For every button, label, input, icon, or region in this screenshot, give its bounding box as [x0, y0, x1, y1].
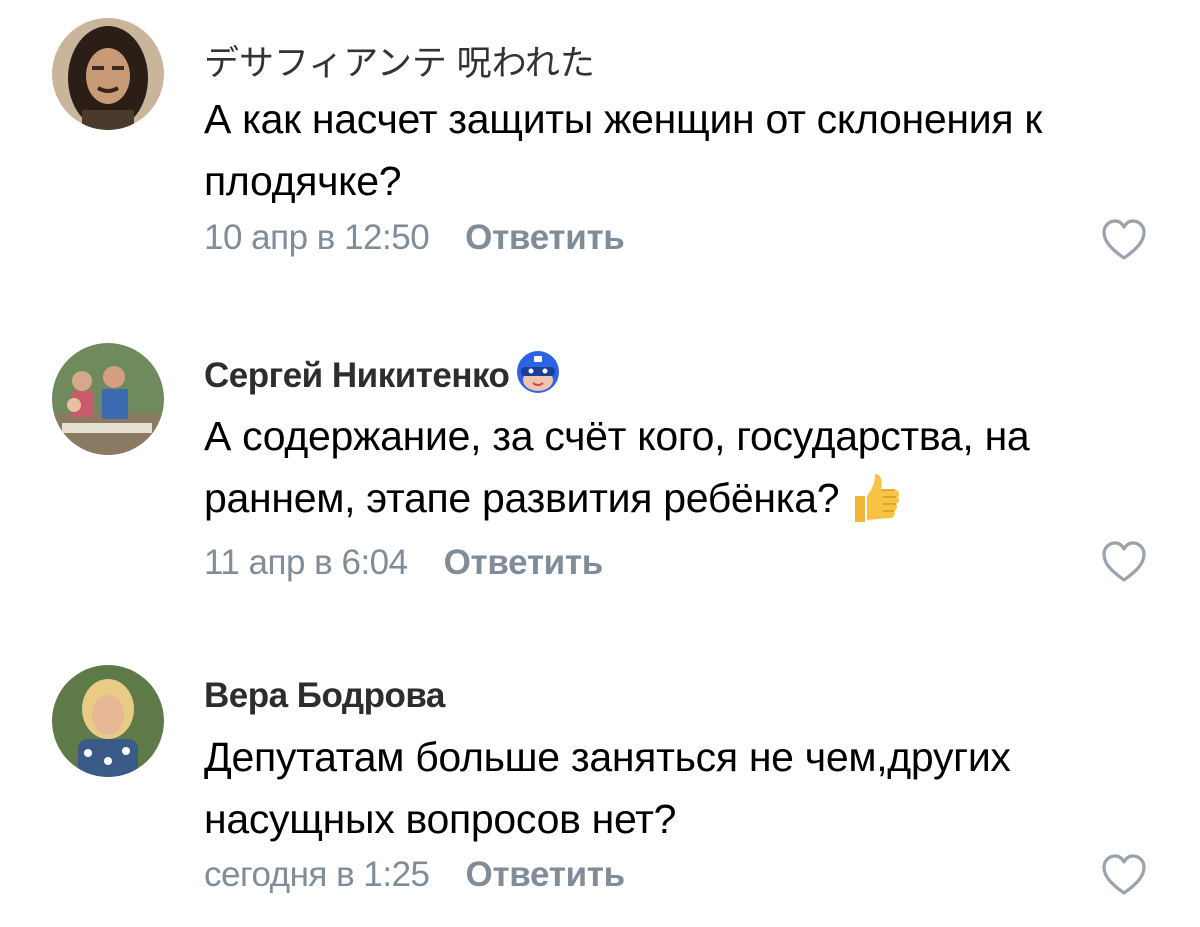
author-name[interactable]: デサフィアンテ 呪われた [204, 42, 595, 86]
heart-outline-icon[interactable] [1100, 540, 1148, 584]
author-name-label: Сергей Никитенко [204, 356, 510, 395]
comment-meta: сегодня в 1:25 Ответить [204, 853, 625, 897]
avatar-long-hair-man-icon [52, 18, 164, 130]
avatar-blonde-woman-icon [52, 665, 164, 777]
thumbs-up-emoji [855, 474, 900, 522]
author-avatar[interactable] [52, 343, 164, 455]
comment-text-body: А содержание, за счёт кого, государства,… [204, 413, 1030, 521]
comment-meta: 11 апр в 6:04 Ответить [204, 541, 603, 585]
comment-text: А содержание, за счёт кого, государства,… [204, 405, 1164, 529]
heart-outline-icon[interactable] [1100, 218, 1148, 262]
comment-time: сегодня в 1:25 [204, 855, 430, 894]
comment-meta: 10 апр в 12:50 Ответить [204, 216, 625, 260]
comment-time: 11 апр в 6:04 [204, 543, 408, 582]
comment-text: Депутатам больше заняться не чем,других … [204, 734, 1011, 842]
superhero-mask-badge-icon [517, 351, 560, 393]
author-avatar[interactable] [52, 18, 164, 130]
reply-button[interactable]: Ответить [444, 543, 604, 582]
comment-text: А как насчет защиты женщин от склонения … [204, 96, 1042, 204]
comment-time: 10 апр в 12:50 [204, 218, 430, 257]
reply-button[interactable]: Ответить [466, 855, 626, 894]
heart-outline-icon[interactable] [1100, 853, 1148, 897]
author-name[interactable]: Сергей Никитенко [204, 349, 561, 398]
reply-button[interactable]: Ответить [465, 218, 625, 257]
avatar-family-photo-icon [52, 343, 164, 455]
author-avatar[interactable] [52, 665, 164, 777]
author-name[interactable]: Вера Бодрова [204, 674, 445, 718]
